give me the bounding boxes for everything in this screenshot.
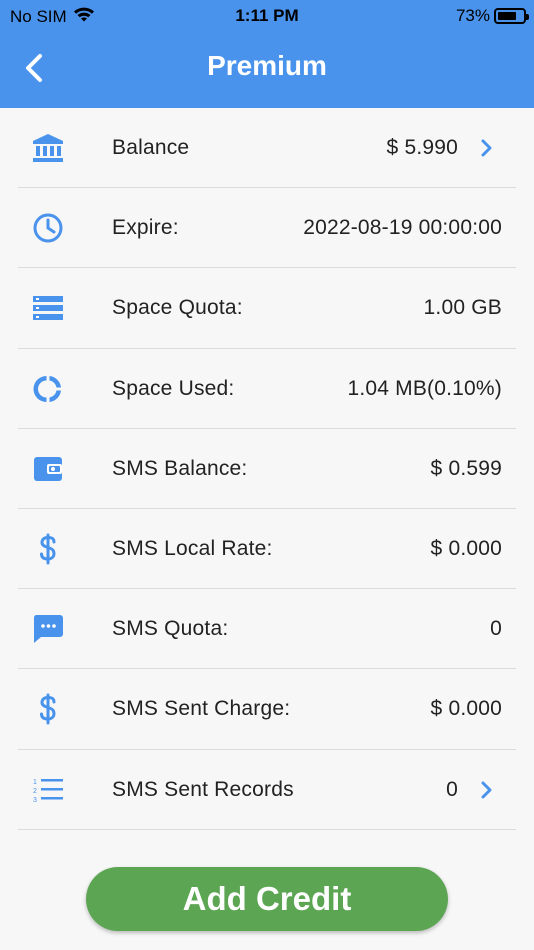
status-bar: No SIM 1:11 PM 73% xyxy=(0,0,534,34)
svg-text:3: 3 xyxy=(33,797,37,804)
clock-icon xyxy=(30,210,66,246)
row-label: Balance xyxy=(112,136,190,160)
bank-icon xyxy=(30,130,66,166)
dollar-icon xyxy=(30,531,66,567)
chevron-right-icon xyxy=(476,780,496,800)
row-sms-sent-records[interactable]: 1 2 3 SMS Sent Records 0 xyxy=(0,750,534,830)
chevron-right-icon xyxy=(476,138,496,158)
row-value: 2022-08-19 00:00:00 xyxy=(303,216,502,240)
row-sms-sent-charge: SMS Sent Charge: $ 0.000 xyxy=(0,669,534,750)
row-value: 1.00 GB xyxy=(423,296,502,320)
svg-text:2: 2 xyxy=(33,788,37,795)
page-title: Premium xyxy=(207,50,327,81)
row-label: SMS Quota: xyxy=(112,617,229,641)
row-label: SMS Sent Charge: xyxy=(112,697,291,721)
status-time: 1:11 PM xyxy=(235,6,299,25)
add-credit-button[interactable]: Add Credit xyxy=(86,867,448,931)
svg-text:1: 1 xyxy=(33,779,37,786)
row-value: 0 xyxy=(446,777,458,801)
row-label: Space Quota: xyxy=(112,296,243,320)
app-header: No SIM 1:11 PM 73% Premium xyxy=(0,0,534,108)
row-value: $ 5.990 xyxy=(386,136,458,160)
row-label: SMS Sent Records xyxy=(112,777,294,801)
battery-fill xyxy=(498,12,516,20)
row-balance[interactable]: Balance $ 5.990 xyxy=(0,108,534,189)
row-value: 1.04 MB(0.10%) xyxy=(347,376,502,400)
wallet-icon xyxy=(30,451,66,487)
row-sms-local-rate: SMS Local Rate: $ 0.000 xyxy=(0,509,534,590)
status-right: 73% xyxy=(455,6,529,26)
row-label: SMS Balance: xyxy=(112,456,248,480)
row-value: $ 0.000 xyxy=(430,697,502,721)
row-sms-balance: SMS Balance: $ 0.599 xyxy=(0,429,534,509)
row-value: $ 0.599 xyxy=(430,456,502,480)
donut-chart-icon xyxy=(30,371,66,407)
divider xyxy=(18,828,516,830)
row-value: 0 xyxy=(490,617,502,641)
row-space-used: Space Used: 1.04 MB(0.10%) xyxy=(0,349,534,429)
battery-icon xyxy=(494,8,529,24)
row-space-quota: Space Quota: 1.00 GB xyxy=(0,268,534,349)
row-label: Space Used: xyxy=(112,376,235,400)
row-label: Expire: xyxy=(112,216,179,240)
sms-bubble-icon xyxy=(30,611,66,647)
battery-percent: 73% xyxy=(455,6,490,25)
premium-info-list: Balance $ 5.990 Expire: 2022-08-19 00:00… xyxy=(0,108,534,830)
row-sms-quota: SMS Quota: 0 xyxy=(0,589,534,670)
dollar-icon xyxy=(30,691,66,727)
row-label: SMS Local Rate: xyxy=(112,537,273,561)
numbered-list-icon: 1 2 3 xyxy=(30,772,66,808)
storage-icon xyxy=(30,290,66,326)
row-value: $ 0.000 xyxy=(430,537,502,561)
row-expire: Expire: 2022-08-19 00:00:00 xyxy=(0,188,534,269)
